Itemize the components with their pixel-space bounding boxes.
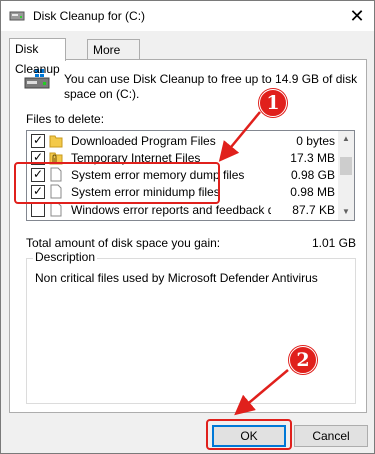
close-icon: ✕: [349, 6, 365, 26]
file-name: Windows error reports and feedback di...: [71, 203, 271, 217]
files-to-delete-label: Files to delete:: [26, 112, 105, 126]
close-button[interactable]: ✕: [346, 5, 368, 27]
step-badge-2: 2: [289, 346, 317, 374]
file-name: Downloaded Program Files: [71, 134, 216, 148]
list-item[interactable]: ✓ Downloaded Program Files 0 bytes: [27, 133, 337, 149]
highlight-box-files: [14, 162, 220, 204]
scroll-thumb[interactable]: [340, 157, 352, 175]
description-group: Description Non critical files used by M…: [26, 250, 356, 404]
list-scrollbar[interactable]: ▲ ▼: [338, 131, 354, 220]
description-title: Description: [33, 250, 98, 264]
scroll-up-icon[interactable]: ▲: [338, 131, 354, 147]
disk-cleanup-icon: [9, 11, 25, 21]
file-size: 17.3 MB: [290, 151, 335, 165]
file-size: 0.98 MB: [290, 185, 335, 199]
disk-cleanup-window: Disk Cleanup for (C:) ✕ Disk Cleanup Mor…: [0, 0, 375, 454]
highlight-box-ok: [206, 419, 292, 450]
list-item[interactable]: Windows error reports and feedback di...…: [27, 202, 337, 218]
folder-icon: [49, 135, 63, 148]
tab-more-options[interactable]: More Options: [87, 39, 141, 77]
file-icon: [50, 202, 62, 217]
scroll-down-icon[interactable]: ▼: [338, 204, 354, 220]
file-size: 87.7 KB: [292, 203, 335, 217]
checkbox[interactable]: ✓: [31, 133, 45, 148]
checkbox[interactable]: [31, 203, 45, 217]
total-space-label: Total amount of disk space you gain:: [26, 236, 221, 250]
check-icon: ✓: [33, 133, 44, 147]
window-title: Disk Cleanup for (C:): [33, 9, 146, 23]
title-bar[interactable]: Disk Cleanup for (C:) ✕: [1, 1, 374, 31]
total-space-value: 1.01 GB: [311, 236, 356, 250]
description-text: Non critical files used by Microsoft Def…: [35, 271, 318, 285]
intro-text: You can use Disk Cleanup to free up to 1…: [64, 72, 358, 101]
cancel-button[interactable]: Cancel: [294, 425, 368, 447]
step-badge-1: 1: [259, 89, 287, 117]
file-size: 0 bytes: [296, 134, 335, 148]
file-size: 0.98 GB: [290, 168, 335, 182]
tab-disk-cleanup[interactable]: Disk Cleanup: [9, 38, 66, 76]
